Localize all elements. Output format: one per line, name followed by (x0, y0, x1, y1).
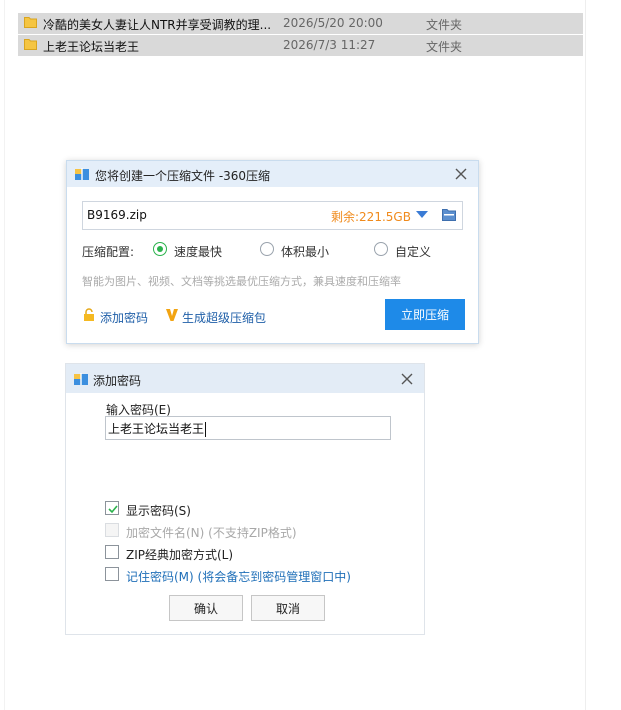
lock-icon (84, 308, 94, 321)
file-row[interactable]: 冷酷的美女人妻让人NTR并享受调教的理... 2026/5/20 20:00 文… (18, 13, 583, 34)
text-caret (205, 422, 207, 437)
checkbox-label: 显示密码(S) (126, 502, 191, 519)
file-name: 上老王论坛当老王 (43, 40, 140, 54)
radio-button[interactable] (374, 242, 388, 256)
close-icon[interactable] (398, 370, 416, 388)
compress-dialog-title: 您将创建一个压缩文件 -360压缩 (95, 169, 271, 183)
remember-password-option[interactable]: 记住密码(M) (将会备忘到密码管理窗口中) (105, 566, 405, 584)
file-name: 冷酷的美女人妻让人NTR并享受调教的理... (43, 18, 272, 32)
file-date: 2026/5/20 20:00 (283, 16, 383, 30)
checkbox-label: ZIP经典加密方式(L) (126, 546, 233, 563)
checkbox[interactable] (105, 501, 119, 515)
archive-path-input[interactable]: B9169.zip 剩余:221.5GB (82, 201, 463, 230)
password-text: 上老王论坛当老王 (108, 422, 205, 436)
compress-config-row: 压缩配置: 速度最快 体积最小 自定义 (82, 241, 462, 261)
archive-app-icon (75, 168, 89, 180)
config-label: 压缩配置: (82, 245, 135, 259)
folder-icon (24, 17, 37, 28)
radio-label: 速度最快 (174, 245, 223, 259)
password-input[interactable]: 上老王论坛当老王 (105, 416, 391, 440)
file-date: 2026/7/3 11:27 (283, 38, 376, 52)
triangle-down-icon[interactable] (416, 211, 428, 219)
file-row[interactable]: 上老王论坛当老王 2026/7/3 11:27 文件夹 (18, 35, 583, 56)
archive-filename[interactable]: B9169.zip (87, 208, 147, 222)
v-badge-icon (166, 309, 178, 321)
checkbox[interactable] (105, 545, 119, 559)
radio-button[interactable] (260, 242, 274, 256)
zip-classic-encrypt-option[interactable]: ZIP经典加密方式(L) (105, 544, 405, 562)
confirm-button[interactable]: 确认 (169, 595, 243, 621)
radio-button[interactable] (153, 242, 167, 256)
radio-label: 自定义 (395, 245, 432, 259)
add-password-dialog: 添加密码 输入密码(E) 上老王论坛当老王 显示密码(S) 加密文件名(N) (… (65, 363, 425, 635)
option-text: 记住密码(M) (126, 570, 194, 584)
checkbox-label: 加密文件名(N) (不支持ZIP格式) (126, 524, 297, 541)
option-text: 加密文件名(N) (126, 526, 205, 540)
super-pack-label[interactable]: 生成超级压缩包 (182, 309, 266, 326)
radio-label: 体积最小 (281, 245, 330, 259)
compress-hint: 智能为图片、视频、文档等挑选最优压缩方式，兼具速度和压缩率 (82, 275, 401, 288)
option-note: (将会备忘到密码管理窗口中) (193, 570, 351, 584)
compress-now-button[interactable]: 立即压缩 (385, 299, 465, 330)
checkbox-label: 记住密码(M) (将会备忘到密码管理窗口中) (126, 568, 351, 585)
password-dialog-titlebar[interactable]: 添加密码 (66, 364, 424, 393)
password-dialog-title: 添加密码 (93, 374, 142, 388)
show-password-option[interactable]: 显示密码(S) (105, 500, 405, 518)
option-text: 显示密码(S) (126, 504, 191, 518)
archive-app-icon (74, 373, 88, 385)
checkbox (105, 523, 119, 537)
option-note: (不支持ZIP格式) (204, 526, 297, 540)
encrypt-filename-option: 加密文件名(N) (不支持ZIP格式) (105, 522, 405, 540)
add-password-label[interactable]: 添加密码 (100, 309, 148, 326)
folder-icon (24, 39, 37, 50)
checkmark-icon (108, 505, 118, 514)
folder-browse-icon[interactable] (442, 208, 456, 221)
disk-space-remaining: 剩余:221.5GB (331, 210, 411, 224)
compress-dialog-titlebar[interactable]: 您将创建一个压缩文件 -360压缩 (67, 161, 478, 187)
cancel-button[interactable]: 取消 (251, 595, 325, 621)
option-text: ZIP经典加密方式(L) (126, 548, 234, 562)
file-type: 文件夹 (426, 40, 463, 54)
file-type: 文件夹 (426, 18, 463, 32)
close-icon[interactable] (452, 165, 470, 183)
password-value[interactable]: 上老王论坛当老王 (108, 420, 207, 437)
checkbox[interactable] (105, 567, 119, 581)
compress-dialog: 您将创建一个压缩文件 -360压缩 B9169.zip 剩余:221.5GB 压… (66, 160, 479, 344)
